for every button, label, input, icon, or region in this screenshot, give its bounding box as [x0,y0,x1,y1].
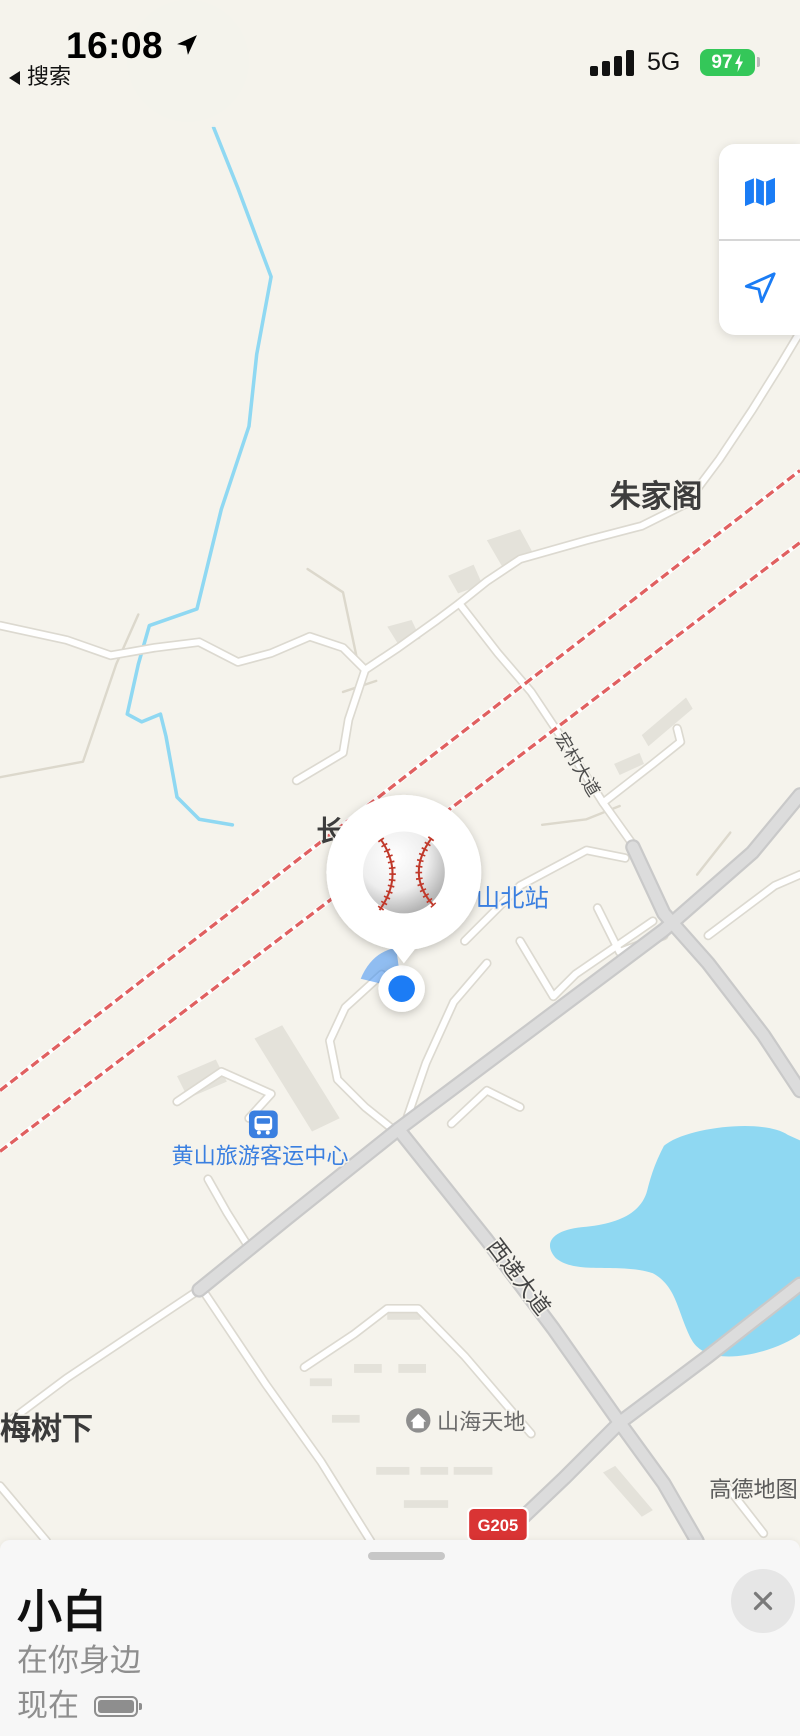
back-label: 搜索 [27,65,72,90]
map-icon [744,177,775,206]
battery-nub [757,57,760,67]
place-label-meishuxia: 梅树下 [0,1411,93,1447]
sheet-grabber[interactable] [368,1552,445,1560]
highway-shield-label: G205 [478,1516,519,1535]
bolt-icon [734,53,743,72]
current-location-dot [378,965,425,1012]
map-type-button[interactable] [719,144,800,239]
poi-label-shanhaitiandi[interactable]: 山海天地 [435,1408,527,1437]
person-name: 小白 [17,1585,108,1638]
building-block [420,1466,449,1475]
building-block [331,1414,360,1423]
bus-icon[interactable] [248,1110,278,1139]
map-controls [719,144,800,335]
battery-indicator: 97 [700,49,755,76]
cellular-signal-icon [590,48,634,76]
place-label-zhujiage: 朱家阁 [610,479,703,515]
back-triangle-icon [9,71,20,85]
back-to-search-button[interactable]: 搜索 [9,66,71,90]
building-block [376,1466,410,1475]
person-detail-sheet: 小白 在你身边 现在 [0,1540,800,1736]
close-button[interactable] [731,1569,795,1633]
poi-label-bus-center[interactable]: 黄山旅游客运中心 [170,1142,350,1171]
close-icon [753,1591,773,1611]
poi-label-station[interactable]: 山北站 [474,882,550,914]
map-attribution: 高德地图 [709,1477,797,1503]
building-block [354,1364,382,1373]
highway-shield: G205 [466,1506,529,1543]
last-updated-row: 现在 [17,1688,142,1724]
status-time: 16:08 [66,25,164,66]
residential-icon[interactable] [406,1408,431,1433]
map-view[interactable]: 朱家阁 长 梅树下 宏村大道 西递大道 山北站 黄山旅游客运中心 山海天地 G2… [0,0,800,1736]
battery-level: 97 [711,52,733,73]
last-updated-text: 现在 [17,1688,79,1724]
building-block [453,1466,493,1475]
network-type: 5G [647,48,681,76]
location-arrow-outline-icon [744,271,776,303]
location-arrow-icon [177,35,197,55]
battery-full-icon [94,1695,142,1717]
building-block [309,1378,332,1387]
locate-me-button[interactable] [719,240,800,335]
building-block [403,1500,449,1508]
building-block [398,1364,427,1373]
status-bar: 16:08 搜索 5G 97 [0,0,800,127]
person-distance-status: 在你身边 [17,1643,141,1679]
baseball-icon [362,831,445,914]
